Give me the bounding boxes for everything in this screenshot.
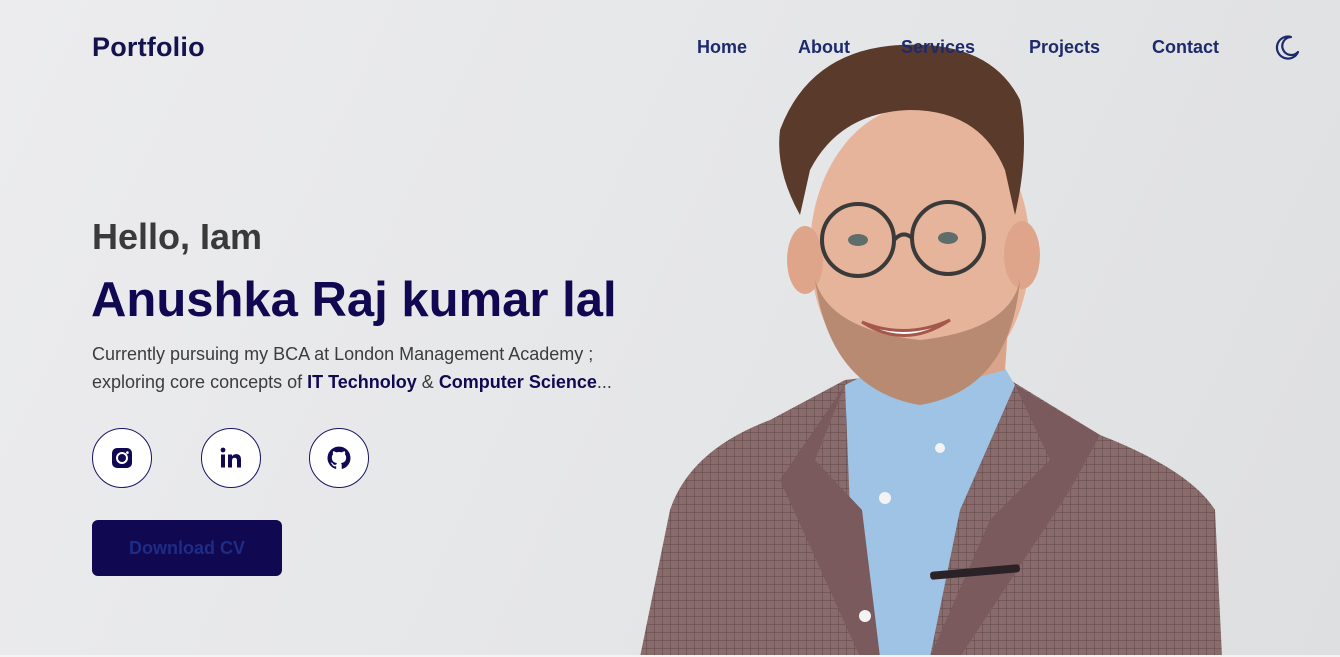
hero-name: Anushka Raj kumar lal xyxy=(91,273,617,327)
profile-photo xyxy=(630,40,1230,655)
greeting-text: Hello, Iam xyxy=(92,216,263,257)
moon-icon[interactable] xyxy=(1272,33,1302,63)
description-suffix: ... xyxy=(596,372,612,392)
description-connector: & xyxy=(416,372,439,392)
hero-description: Currently pursuing my BCA at London Mana… xyxy=(92,340,692,396)
nav-services[interactable]: Services xyxy=(901,37,975,58)
highlight-cs: Computer Science xyxy=(438,372,597,392)
nav-projects[interactable]: Projects xyxy=(1029,37,1100,58)
instagram-icon xyxy=(112,448,132,468)
nav-contact[interactable]: Contact xyxy=(1152,37,1219,58)
description-line2: exploring core concepts of xyxy=(92,372,308,392)
nav-home[interactable]: Home xyxy=(697,37,747,58)
highlight-it: IT Technoloy xyxy=(307,372,417,392)
page: Portfolio Home About Services Projects C… xyxy=(0,0,1340,657)
download-cv-button[interactable]: Download CV xyxy=(92,520,282,576)
nav-about[interactable]: About xyxy=(798,37,850,58)
linkedin-button[interactable] xyxy=(201,428,261,488)
instagram-button[interactable] xyxy=(92,428,152,488)
site-logo[interactable]: Portfolio xyxy=(92,32,205,63)
linkedin-icon xyxy=(220,447,241,468)
github-button[interactable] xyxy=(309,428,369,488)
description-line1: Currently pursuing my BCA at London Mana… xyxy=(92,344,594,364)
github-icon xyxy=(327,446,351,469)
